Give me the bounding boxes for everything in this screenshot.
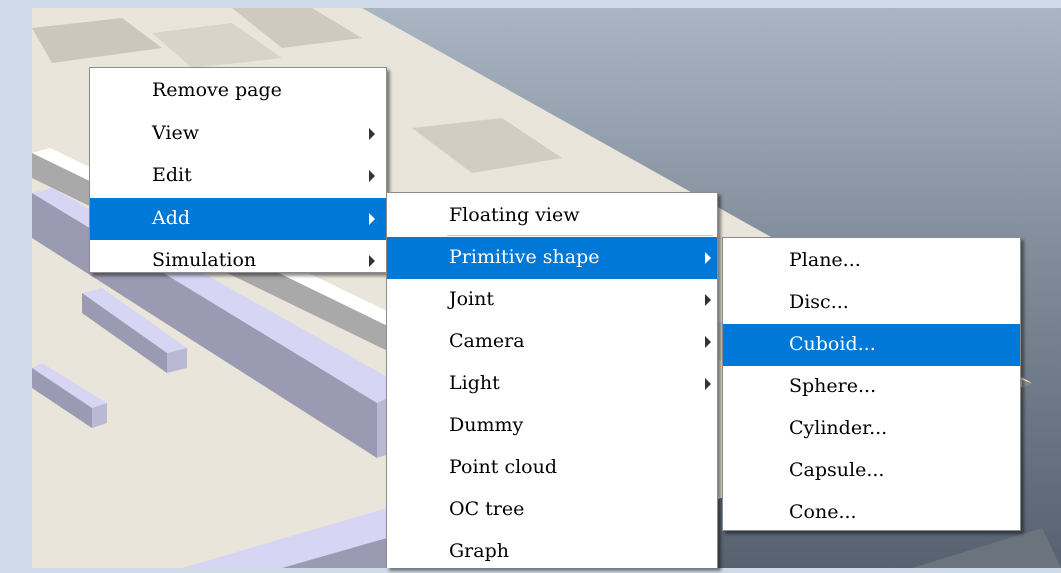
menu-item-label: Dummy <box>449 414 524 436</box>
menu-item-primitive-shape[interactable]: Primitive shape <box>387 237 717 279</box>
menu-item-simulation[interactable]: Simulation <box>90 240 386 283</box>
menu-item-label: Cylinder... <box>789 417 888 439</box>
submenu-arrow-icon <box>705 294 711 306</box>
menu-item-label: Capsule... <box>789 459 885 481</box>
menu-item-capsule[interactable]: Capsule... <box>723 450 1020 492</box>
submenu-arrow-icon <box>369 255 375 268</box>
menu-item-label: Cuboid... <box>789 333 876 355</box>
menu-item-label: View <box>152 121 199 144</box>
menu-item-edit[interactable]: Edit <box>90 155 386 198</box>
menu-item-label: Cone... <box>789 501 857 523</box>
menu-item-cylinder[interactable]: Cylinder... <box>723 408 1020 450</box>
menu-item-label: Simulation <box>152 249 257 271</box>
menu-item-plane[interactable]: Plane... <box>723 240 1020 282</box>
submenu-arrow-icon <box>705 252 711 264</box>
submenu-arrow-icon <box>369 212 375 225</box>
submenu-arrow-icon <box>705 336 711 348</box>
menu-item-joint[interactable]: Joint <box>387 279 717 321</box>
menu-item-cone[interactable]: Cone... <box>723 492 1020 534</box>
menu-item-dummy[interactable]: Dummy <box>387 405 717 447</box>
menu-item-label: Edit <box>152 164 192 186</box>
menu-item-sphere[interactable]: Sphere... <box>723 366 1020 408</box>
menu-item-label: Light <box>449 372 500 394</box>
menu-item-label: Sphere... <box>789 375 877 397</box>
menu-item-label: Plane... <box>789 249 861 271</box>
menu-item-remove-page[interactable]: Remove page <box>90 70 386 113</box>
submenu-arrow-icon <box>705 378 711 390</box>
menu-item-label: Disc... <box>789 291 849 313</box>
menu-item-label: Add <box>152 206 191 229</box>
primitive-shape-submenu: Plane... Disc... Cuboid... Sphere... Cyl… <box>722 237 1021 531</box>
menu-item-floating-view[interactable]: Floating view <box>387 195 717 237</box>
menu-item-label: OC tree <box>449 498 525 520</box>
menu-item-oc-tree[interactable]: OC tree <box>387 489 717 531</box>
menu-item-label: Remove page <box>152 79 282 101</box>
menu-item-label: Primitive shape <box>449 246 600 268</box>
menu-item-label: Point cloud <box>449 456 557 478</box>
add-submenu: Floating view Primitive shape Joint Came… <box>386 192 718 568</box>
menu-item-cuboid[interactable]: Cuboid... <box>723 324 1020 366</box>
menu-item-label: Graph <box>449 540 509 562</box>
menu-item-camera[interactable]: Camera <box>387 321 717 363</box>
menu-item-label: Floating view <box>449 204 580 226</box>
menu-item-add[interactable]: Add <box>90 197 386 240</box>
context-menu: Remove page View Edit Add Simulation <box>89 67 387 273</box>
menu-item-view[interactable]: View <box>90 113 386 156</box>
menu-item-disc[interactable]: Disc... <box>723 282 1020 324</box>
menu-item-point-cloud[interactable]: Point cloud <box>387 447 717 489</box>
floor-edge <box>912 528 1061 568</box>
submenu-arrow-icon <box>369 170 375 183</box>
menu-item-label: Joint <box>449 288 495 310</box>
menu-item-light[interactable]: Light <box>387 363 717 405</box>
menu-item-graph[interactable]: Graph <box>387 531 717 573</box>
menu-separator <box>447 235 713 236</box>
menu-item-label: Camera <box>449 330 525 352</box>
submenu-arrow-icon <box>369 127 375 140</box>
